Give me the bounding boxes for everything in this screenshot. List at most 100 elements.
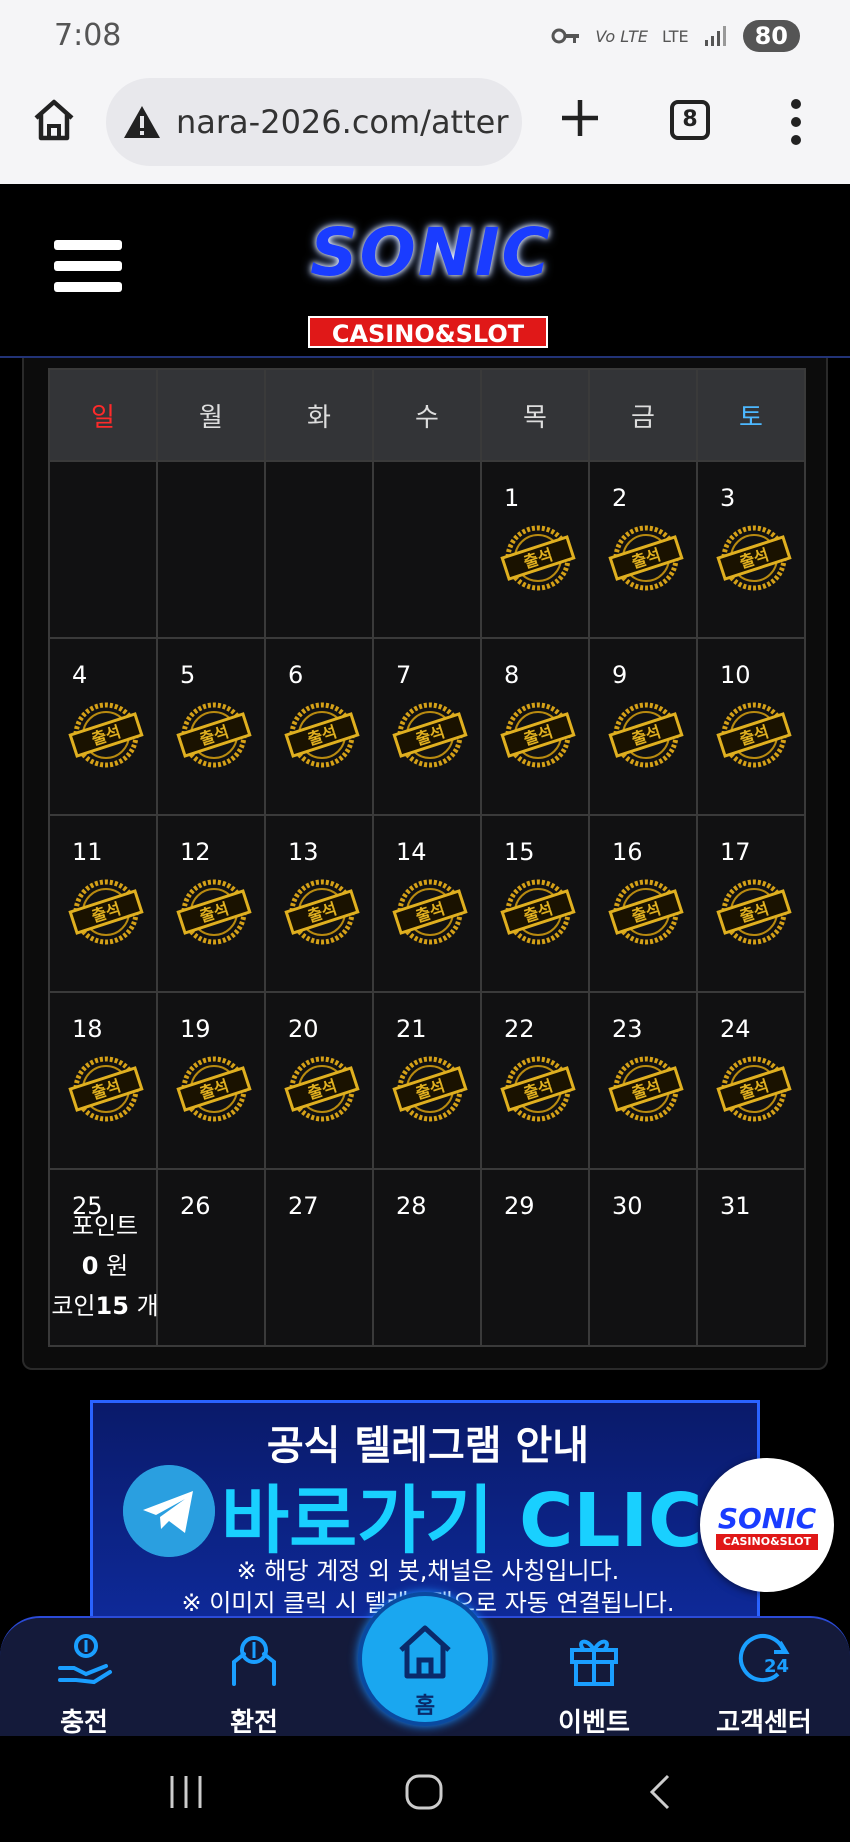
support-24-icon: 24: [738, 1634, 790, 1682]
day-number: 26: [180, 1192, 211, 1220]
signal-icon: [704, 26, 726, 46]
day-number: 19: [180, 1015, 211, 1043]
nav-support[interactable]: 24 고객센터: [704, 1628, 824, 1739]
calendar-day-cell[interactable]: 26: [156, 1168, 266, 1347]
weekday-saturday: 토: [696, 368, 806, 462]
coins-value: 15: [95, 1292, 129, 1320]
warning-icon[interactable]: [122, 104, 162, 140]
day-number: 30: [612, 1192, 643, 1220]
calendar-day-cell[interactable]: 20 출석: [264, 991, 374, 1170]
calendar-day-cell[interactable]: 2 출석: [588, 460, 698, 639]
points-value: 0: [81, 1252, 99, 1280]
attendance-stamp-icon: 출석: [608, 520, 684, 596]
coins-label: 코인: [51, 1292, 96, 1320]
calendar-week-row: 25 포인트 0 원 코인15 개 26 27 28 29 30 31: [48, 1168, 806, 1347]
calendar-week-row: 4 출석 5 출석 6 출석 7 출석 8 출석 9 출석 10 출석: [48, 637, 806, 816]
nav-event-label: 이벤트: [558, 1708, 630, 1738]
url-text[interactable]: nara-2026.com/atter: [176, 103, 508, 141]
hamburger-menu-icon[interactable]: [54, 240, 122, 300]
calendar-day-cell[interactable]: 3 출석: [696, 460, 806, 639]
calendar-empty-cell: [156, 460, 266, 639]
attendance-stamp-icon: 출석: [716, 874, 792, 950]
day-number: 18: [72, 1015, 103, 1043]
back-icon[interactable]: [646, 1774, 676, 1810]
calendar-day-cell[interactable]: 18 출석: [48, 991, 158, 1170]
calendar-day-cell[interactable]: 29: [480, 1168, 590, 1347]
attendance-stamp-icon: 출석: [608, 1051, 684, 1127]
tab-switcher-button[interactable]: 8: [670, 100, 710, 140]
attendance-stamp-icon: 출석: [284, 697, 360, 773]
weekday-friday: 금: [588, 368, 698, 462]
system-home-icon[interactable]: [404, 1774, 444, 1810]
attendance-stamp-icon: 출석: [392, 1051, 468, 1127]
day-number: 24: [720, 1015, 751, 1043]
calendar-day-cell[interactable]: 7 출석: [372, 637, 482, 816]
calendar-day-cell[interactable]: 21 출석: [372, 991, 482, 1170]
calendar-day-cell[interactable]: 4 출석: [48, 637, 158, 816]
site-logo[interactable]: SONIC CASINO&SLOT: [286, 214, 576, 348]
calendar-day-cell[interactable]: 22 출석: [480, 991, 590, 1170]
attendance-stamp-icon: 출석: [500, 874, 576, 950]
status-bar: 7:08 Vo LTE LTE 80: [0, 0, 850, 72]
floating-logo-main: SONIC: [717, 1502, 817, 1535]
address-bar[interactable]: nara-2026.com/atter: [106, 78, 522, 166]
status-icons: Vo LTE LTE 80: [551, 20, 800, 52]
attendance-stamp-icon: 출석: [716, 520, 792, 596]
day-number: 9: [612, 661, 628, 689]
calendar-day-cell[interactable]: 9 출석: [588, 637, 698, 816]
weekday-sunday: 일: [48, 368, 158, 462]
calendar-day-cell[interactable]: 13 출석: [264, 814, 374, 993]
calendar-day-cell[interactable]: 17 출석: [696, 814, 806, 993]
calendar-day-cell[interactable]: 14 출석: [372, 814, 482, 993]
new-tab-icon[interactable]: [556, 94, 604, 142]
nav-home-button[interactable]: 홈: [358, 1592, 492, 1726]
attendance-stamp-icon: 출석: [68, 874, 144, 950]
nav-deposit[interactable]: 충전: [24, 1628, 144, 1739]
attendance-stamp-icon: 출석: [176, 697, 252, 773]
attendance-stamp-icon: 출석: [284, 874, 360, 950]
calendar-day-cell[interactable]: 5 출석: [156, 637, 266, 816]
calendar-week-row: 11 출석 12 출석 13 출석 14 출석 15 출석 16 출석 17 출석: [48, 814, 806, 993]
day-number: 23: [612, 1015, 643, 1043]
calendar-week-row: 18 출석 19 출석 20 출석 21 출석 22 출석 23 출석 24 출석: [48, 991, 806, 1170]
calendar-day-cell[interactable]: 23 출석: [588, 991, 698, 1170]
calendar-day-cell[interactable]: 16 출석: [588, 814, 698, 993]
weekday-wednesday: 수: [372, 368, 482, 462]
floating-logo-button[interactable]: SONIC CASINO&SLOT: [700, 1458, 834, 1592]
calendar-day-cell[interactable]: 10 출석: [696, 637, 806, 816]
attendance-stamp-icon: 출석: [284, 1051, 360, 1127]
attendance-stamp-icon: 출석: [500, 520, 576, 596]
nav-event[interactable]: 이벤트: [534, 1628, 654, 1739]
calendar-day-cell[interactable]: 24 출석: [696, 991, 806, 1170]
more-options-icon[interactable]: [786, 98, 806, 146]
browser-home-icon[interactable]: [30, 96, 78, 144]
day-number: 8: [504, 661, 520, 689]
nav-deposit-label: 충전: [60, 1708, 108, 1738]
day-number: 4: [72, 661, 88, 689]
calendar-day-cell[interactable]: 15 출석: [480, 814, 590, 993]
day-number: 7: [396, 661, 412, 689]
day-number: 14: [396, 838, 427, 866]
calendar-day-cell[interactable]: 1 출석: [480, 460, 590, 639]
calendar-day-cell[interactable]: 12 출석: [156, 814, 266, 993]
recent-apps-icon[interactable]: [166, 1774, 206, 1810]
coins-unit: 개: [136, 1292, 159, 1320]
calendar-day-cell[interactable]: 27: [264, 1168, 374, 1347]
day-number: 13: [288, 838, 319, 866]
home-icon: [399, 1625, 451, 1679]
nav-withdraw[interactable]: 환전: [194, 1628, 314, 1739]
calendar-day-cell[interactable]: 19 출석: [156, 991, 266, 1170]
calendar-day-cell[interactable]: 6 출석: [264, 637, 374, 816]
day-number: 31: [720, 1192, 751, 1220]
attendance-stamp-icon: 출석: [500, 1051, 576, 1127]
calendar-day-cell[interactable]: 11 출석: [48, 814, 158, 993]
weekday-thursday: 목: [480, 368, 590, 462]
attendance-stamp-icon: 출석: [716, 1051, 792, 1127]
calendar-day-cell[interactable]: 8 출석: [480, 637, 590, 816]
calendar-day-cell[interactable]: 31: [696, 1168, 806, 1347]
calendar-day-cell[interactable]: 28: [372, 1168, 482, 1347]
calendar-day-cell[interactable]: 25 포인트 0 원 코인15 개: [48, 1168, 159, 1347]
calendar-day-cell[interactable]: 30: [588, 1168, 698, 1347]
points-unit: 원: [106, 1252, 129, 1280]
deposit-icon: [58, 1634, 112, 1685]
